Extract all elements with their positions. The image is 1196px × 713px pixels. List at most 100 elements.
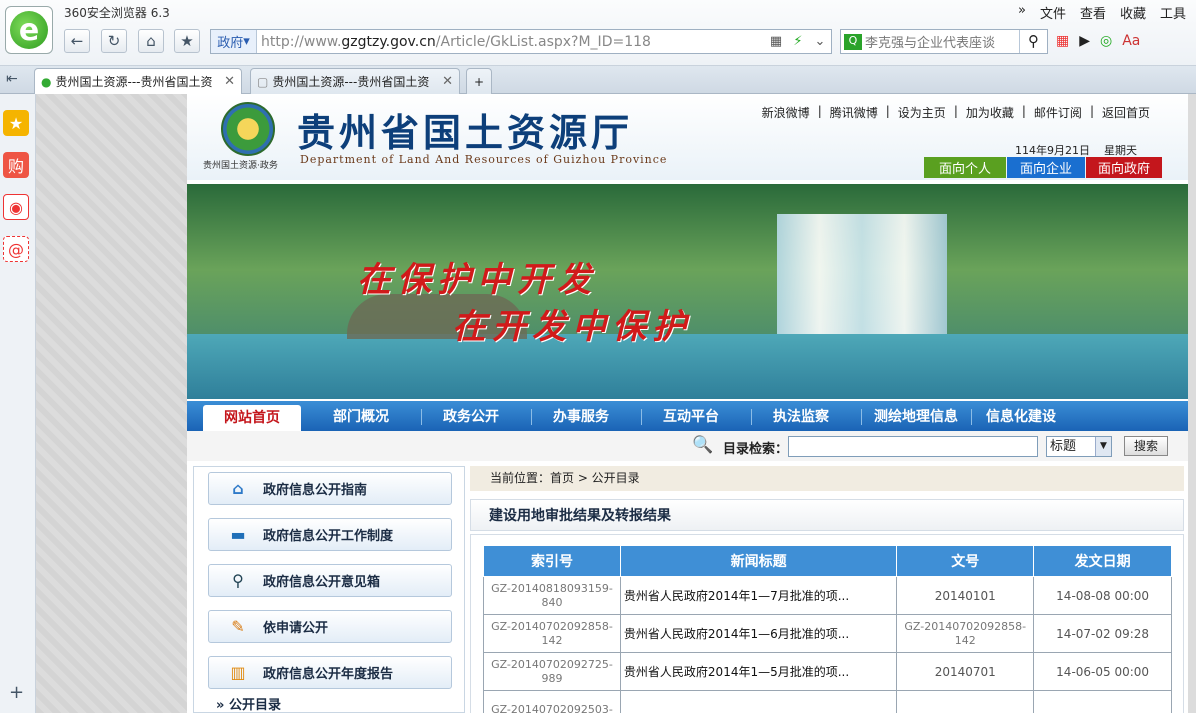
home-button[interactable]: ⌂ xyxy=(138,29,164,53)
nav-informatization[interactable]: 信息化建设 xyxy=(971,401,1071,431)
catalog-heading[interactable]: » 公开目录 xyxy=(216,694,281,713)
date-display: 114年9月21日 星期天 xyxy=(1015,144,1137,157)
lightning-icon[interactable]: ⚡ xyxy=(787,34,809,49)
url-text[interactable]: http://www.gzgtzy.gov.cn/Article/GkList.… xyxy=(257,34,765,50)
media-icon[interactable]: ▶ xyxy=(1079,33,1090,49)
url-tag[interactable]: 政府 ▾ xyxy=(211,30,257,53)
cell-title-link[interactable] xyxy=(619,690,898,713)
cell-docno xyxy=(896,690,1035,713)
menu-tools[interactable]: 工具 xyxy=(1160,3,1186,22)
tab-1[interactable]: ● 贵州国土资源---贵州省国土资 ✕ xyxy=(34,68,242,94)
cell-title-link[interactable]: 贵州省人民政府2014年1—6月批准的项... xyxy=(619,614,898,653)
site-header: 贵州国土资源·政务 贵州省国土资源厅 Department of Land An… xyxy=(187,94,1188,180)
nav-services[interactable]: 办事服务 xyxy=(531,401,631,431)
sidebar-toggle-icon[interactable]: ⇤ xyxy=(6,71,18,87)
house-icon: ⌂ xyxy=(232,478,244,498)
cell-docno: 20140701 xyxy=(896,652,1035,691)
close-icon[interactable]: ✕ xyxy=(224,74,235,89)
search-input[interactable]: 李克强与企业代表座谈 xyxy=(865,32,1019,51)
link-back-home[interactable]: 返回首页 xyxy=(1094,104,1158,121)
cell-date: 14-08-08 00:00 xyxy=(1033,576,1172,615)
menu-annual-report-button[interactable]: ▥ 政府信息公开年度报告 xyxy=(208,656,452,689)
magnifier-icon: 🔍 xyxy=(692,435,714,455)
pen-icon: ✎ xyxy=(231,616,245,636)
nav-department[interactable]: 部门概况 xyxy=(311,401,411,431)
shopping-icon[interactable]: 购 xyxy=(3,152,29,178)
link-add-favorite[interactable]: 加为收藏 xyxy=(958,104,1022,121)
favorites-star-icon[interactable]: ★ xyxy=(3,110,29,136)
chevron-down-icon: ▼ xyxy=(1095,437,1111,456)
mail-icon[interactable]: @ xyxy=(3,236,29,262)
search-button[interactable]: ⚲ xyxy=(1019,30,1047,53)
banner-image: 在保护中开发 在开发中保护 xyxy=(187,184,1188,399)
tab-1-label: 贵州国土资源---贵州省国土资 xyxy=(55,75,213,89)
e-logo-icon: e xyxy=(10,11,48,49)
site-subtitle: Department of Land And Resources of Guiz… xyxy=(300,153,668,166)
address-bar[interactable]: 政府 ▾ http://www.gzgtzy.gov.cn/Article/GkL… xyxy=(210,29,832,54)
nav-gov-affairs[interactable]: 政务公开 xyxy=(421,401,521,431)
catalog-search-input[interactable] xyxy=(788,436,1038,457)
close-icon[interactable]: ✕ xyxy=(442,74,453,89)
double-chevron-icon: » xyxy=(216,698,225,713)
browser-logo[interactable]: e xyxy=(5,6,53,54)
search-label: 目录检索： xyxy=(723,442,789,457)
search-submit-button[interactable]: 搜索 xyxy=(1124,436,1168,456)
qr-code-icon[interactable]: ▦ xyxy=(765,34,787,49)
search-engine-icon[interactable]: Q xyxy=(844,33,862,50)
menu-favorites[interactable]: 收藏 xyxy=(1120,3,1146,22)
star-icon: ★ xyxy=(180,32,194,50)
link-tencent-weibo[interactable]: 腾讯微博 xyxy=(822,104,886,121)
col-title: 新闻标题 xyxy=(619,545,898,577)
cell-index: GZ-20140702092725-989 xyxy=(483,652,621,691)
cell-title-link[interactable]: 贵州省人民政府2014年1—5月批准的项... xyxy=(619,652,898,691)
refresh-icon: ↻ xyxy=(107,32,121,50)
link-set-homepage[interactable]: 设为主页 xyxy=(890,104,954,121)
tab-2[interactable]: ▢ 贵州国土资源---贵州省国土资 ✕ xyxy=(250,68,460,94)
emblem-logo xyxy=(221,102,275,156)
enterprise-button[interactable]: 面向企业 xyxy=(1007,157,1085,178)
toolbar-extensions: ▦ ▶ ◎ Aa xyxy=(1056,33,1140,49)
refresh-button[interactable]: ↻ xyxy=(101,29,127,53)
magnifier-icon: ⚲ xyxy=(1028,32,1039,50)
new-tab-button[interactable]: + xyxy=(466,68,492,94)
cell-index: GZ-20140702092503- xyxy=(483,690,621,713)
table-row: GZ-20140702092503- xyxy=(483,690,1172,713)
link-sina-weibo[interactable]: 新浪微博 xyxy=(754,104,818,121)
menu-view[interactable]: 查看 xyxy=(1080,3,1106,22)
menu-application-button[interactable]: ✎ 依申请公开 xyxy=(208,610,452,643)
slogan-2: 在开发中保护 xyxy=(452,307,692,347)
menu-file[interactable]: 文件 xyxy=(1040,3,1066,22)
results-table: 索引号 新闻标题 文号 发文日期 GZ-20140818093159-840 贵… xyxy=(483,545,1172,713)
bookmark-button[interactable]: ★ xyxy=(174,29,200,53)
table-header: 索引号 新闻标题 文号 发文日期 xyxy=(483,545,1172,577)
back-button[interactable]: ← xyxy=(64,29,90,53)
menu-more-icon[interactable]: » xyxy=(1018,3,1026,22)
cell-title-link[interactable]: 贵州省人民政府2014年1—7月批准的项... xyxy=(619,576,898,615)
add-icon[interactable]: + xyxy=(9,682,24,703)
search-box[interactable]: Q 李克强与企业代表座谈 ⚲ xyxy=(840,29,1048,54)
menu-rules-button[interactable]: ▬ 政府信息公开工作制度 xyxy=(208,518,452,551)
nav-enforcement[interactable]: 执法监察 xyxy=(751,401,851,431)
nav-interaction[interactable]: 互动平台 xyxy=(641,401,741,431)
main-nav: 网站首页 部门概况 政务公开 办事服务 互动平台 执法监察 测绘地理信息 信息化… xyxy=(187,401,1188,431)
weibo-icon[interactable]: ◉ xyxy=(3,194,29,220)
page-background-right xyxy=(1188,94,1196,713)
government-button[interactable]: 面向政府 xyxy=(1086,157,1162,178)
results-table-container: 索引号 新闻标题 文号 发文日期 GZ-20140818093159-840 贵… xyxy=(470,534,1184,713)
shield-icon[interactable]: ◎ xyxy=(1100,33,1112,49)
browser-menu: » 文件 查看 收藏 工具 xyxy=(1018,3,1186,22)
menu-feedback-button[interactable]: ⚲ 政府信息公开意见箱 xyxy=(208,564,452,597)
cell-index: GZ-20140818093159-840 xyxy=(483,576,621,615)
col-date: 发文日期 xyxy=(1033,545,1172,577)
chevron-down-icon[interactable]: ⌄ xyxy=(809,34,831,49)
search-field-select[interactable]: 标题 ▼ xyxy=(1046,436,1112,457)
personal-button[interactable]: 面向个人 xyxy=(924,157,1006,178)
link-email-subscribe[interactable]: 邮件订阅 xyxy=(1026,104,1090,121)
site-title: 贵州省国土资源厅 xyxy=(297,110,634,155)
nav-home[interactable]: 网站首页 xyxy=(203,405,301,431)
table-row: GZ-20140702092858-142 贵州省人民政府2014年1—6月批准… xyxy=(483,614,1172,653)
menu-guide-button[interactable]: ⌂ 政府信息公开指南 xyxy=(208,472,452,505)
nav-surveying[interactable]: 测绘地理信息 xyxy=(861,401,971,431)
apps-icon[interactable]: ▦ xyxy=(1056,33,1069,49)
translate-icon[interactable]: Aa xyxy=(1122,33,1140,49)
